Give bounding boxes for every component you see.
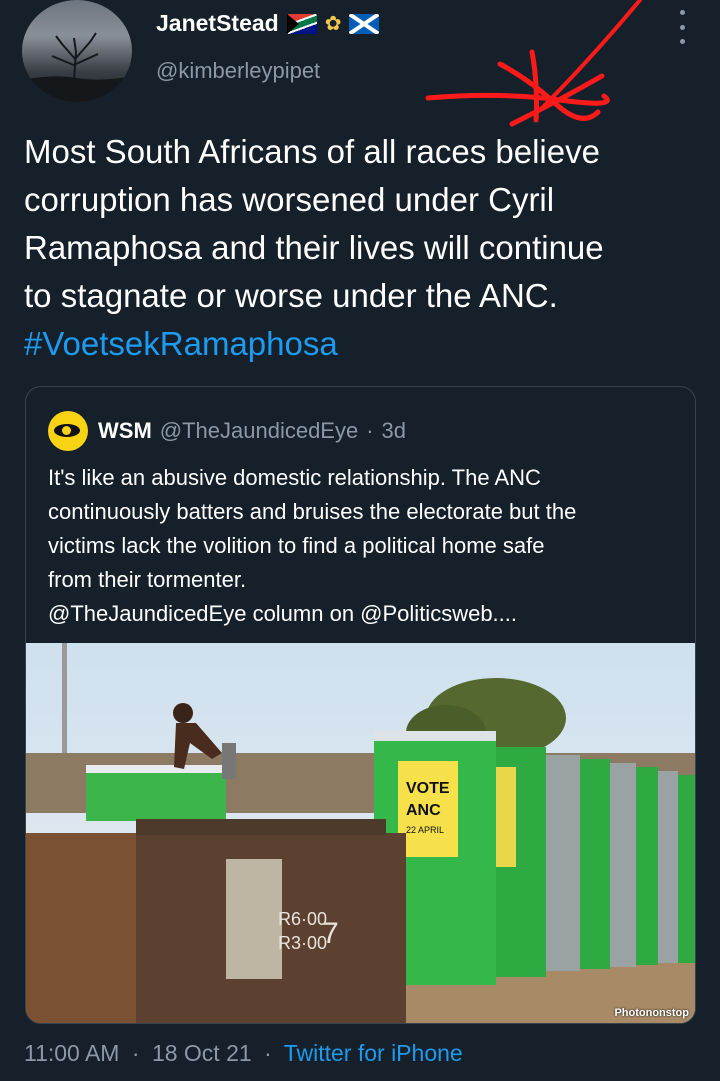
footer-separator: · (264, 1040, 272, 1066)
tweet-text-line: Ramaphosa and their lives will continue (24, 229, 604, 266)
tweet-text-line: Most South Africans of all races believe (24, 133, 600, 170)
more-options-icon[interactable] (672, 10, 692, 44)
quoted-text-line: continuously batters and bruises the ele… (48, 499, 577, 524)
quoted-text-line: from their tormenter. (48, 567, 247, 592)
poster-anc-text: ANC (406, 802, 441, 819)
quoted-text-line: @TheJaundicedEye column on @Politicsweb.… (48, 601, 518, 626)
tweet-text-line: corruption has worsened under Cyril (24, 181, 555, 218)
tweet-footer: 11:00 AM · 18 Oct 21 · Twitter for iPhon… (24, 1040, 463, 1067)
tweet-source-link[interactable]: Twitter for iPhone (284, 1040, 463, 1066)
quoted-tweet-header: WSM @TheJaundicedEye · 3d (48, 411, 406, 451)
footer-separator: · (131, 1040, 140, 1066)
tweet-body: Most South Africans of all races believe… (24, 128, 696, 368)
wall-price-2: R3·00 (278, 933, 327, 953)
quoted-tweet-body: It's like an abusive domestic relationsh… (48, 461, 678, 631)
tweet-text-line: to stagnate or worse under the ANC. (24, 277, 558, 314)
poster-vote-text: VOTE (406, 780, 450, 797)
author-handle[interactable]: @kimberleypipet (156, 58, 320, 84)
south-africa-flag-icon (286, 13, 317, 34)
scotland-flag-icon (349, 13, 380, 34)
wall-digit: 7 (322, 917, 339, 950)
quoted-author-name[interactable]: WSM (98, 418, 152, 444)
quoted-author-handle[interactable]: @TheJaundicedEye (160, 418, 358, 444)
tweet-time[interactable]: 11:00 AM (24, 1040, 119, 1066)
meta-separator: · (366, 418, 374, 443)
author-display-name[interactable]: JanetStead (156, 10, 279, 37)
quoted-tweet-card[interactable]: WSM @TheJaundicedEye · 3d It's like an a… (25, 386, 696, 1024)
photo-credit: Photononstop (614, 1007, 689, 1019)
bee-icon: ✿ (324, 12, 342, 35)
vote-anc-poster: VOTE ANC 22 APRIL (398, 761, 516, 867)
wall-price-1: R6·00 (278, 909, 327, 929)
poster-date-text: 22 APRIL (406, 825, 444, 835)
hashtag-link[interactable]: #VoetsekRamaphosa (24, 320, 696, 368)
quoted-text-line: It's like an abusive domestic relationsh… (48, 465, 541, 490)
tweet-date[interactable]: 18 Oct 21 (152, 1040, 252, 1066)
photo-scene: VOTE ANC 22 APRIL R6·00 R3·00 7 (26, 643, 695, 1023)
quoted-author-avatar[interactable] (48, 411, 88, 451)
author-name-row: JanetStead ✿ (156, 10, 380, 37)
tin-shack: R6·00 R3·00 7 (26, 819, 406, 1023)
avatar-tree-silhouette (22, 32, 132, 102)
author-avatar[interactable] (22, 0, 132, 102)
quoted-text-line: victims lack the volition to find a poli… (48, 533, 545, 558)
quoted-tweet-photo[interactable]: VOTE ANC 22 APRIL R6·00 R3·00 7 Photonon… (26, 643, 695, 1023)
quoted-tweet-age: 3d (381, 418, 407, 443)
